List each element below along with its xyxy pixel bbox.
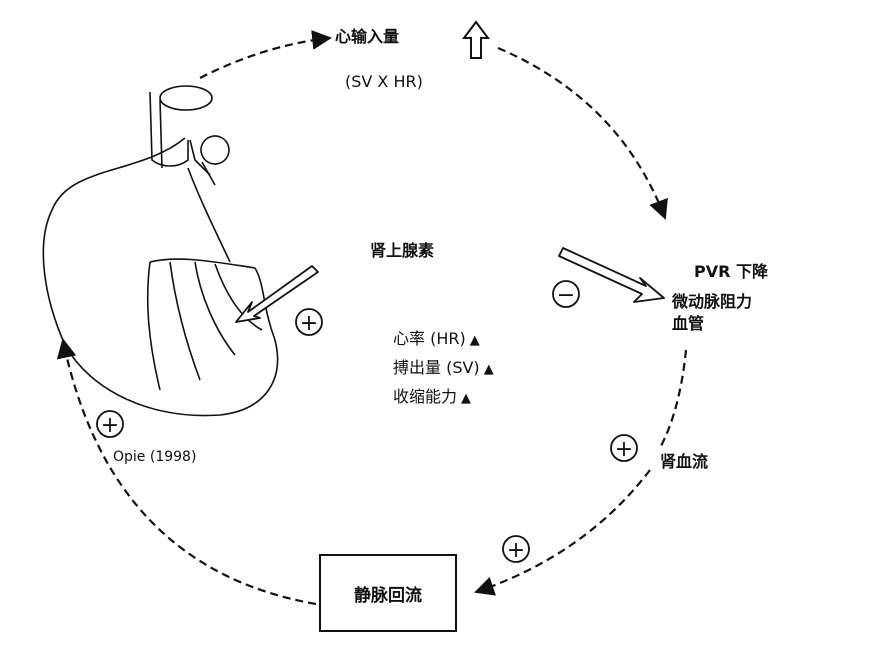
effect-heart-rate: 心率 (HR) ▲ xyxy=(393,329,480,349)
effect-stroke-volume-label: 搏出量 (SV) xyxy=(393,358,480,377)
effect-heart-rate-label: 心率 (HR) xyxy=(393,329,466,348)
cardiac-output-formula: (SV X HR) xyxy=(345,72,423,91)
increase-arrow-icon: ▲ xyxy=(469,333,480,348)
diagram-canvas: + − + + + 心输入量 (SV X HR) 肾上腺素 心率 (HR) ▲ 搏… xyxy=(0,0,875,660)
heart-icon xyxy=(42,85,279,417)
renal-flow-label: 肾血流 xyxy=(660,452,709,471)
cardiac-output-label: 心输入量 xyxy=(335,27,400,46)
arrow-pvr-to-renal-flow xyxy=(659,349,688,449)
venous-return-label: 静脉回流 xyxy=(354,585,422,606)
effect-stroke-volume: 搏出量 (SV) ▲ xyxy=(393,358,494,378)
pvr-line-1: PVR 下降 xyxy=(694,262,769,281)
cardiac-output-up-arrow-icon xyxy=(462,20,490,59)
arrow-venous-return-to-heart xyxy=(56,338,317,606)
pvr-line-3: 血管 xyxy=(672,314,705,333)
arrow-cardiac-output-to-pvr xyxy=(497,46,668,220)
increase-arrow-icon: ▲ xyxy=(483,362,494,377)
plus-sign: + xyxy=(101,413,119,438)
venous-return-box: 静脉回流 xyxy=(319,554,457,632)
increase-arrow-icon: ▲ xyxy=(461,391,472,406)
pvr-line-2: 微动脉阻力 xyxy=(672,292,753,311)
effect-contractility: 收缩能力 ▲ xyxy=(393,387,471,407)
minus-sign: − xyxy=(557,283,575,308)
adrenaline-label: 肾上腺素 xyxy=(370,241,435,260)
arrow-heart-to-cardiac-output xyxy=(199,30,332,79)
citation-text: Opie (1998) xyxy=(113,449,197,465)
effect-contractility-label: 收缩能力 xyxy=(393,387,458,406)
plus-sign: + xyxy=(615,437,633,462)
arrow-renal-flow-to-venous-return xyxy=(474,469,651,596)
plus-sign: + xyxy=(507,538,525,563)
plus-sign: + xyxy=(300,311,318,336)
